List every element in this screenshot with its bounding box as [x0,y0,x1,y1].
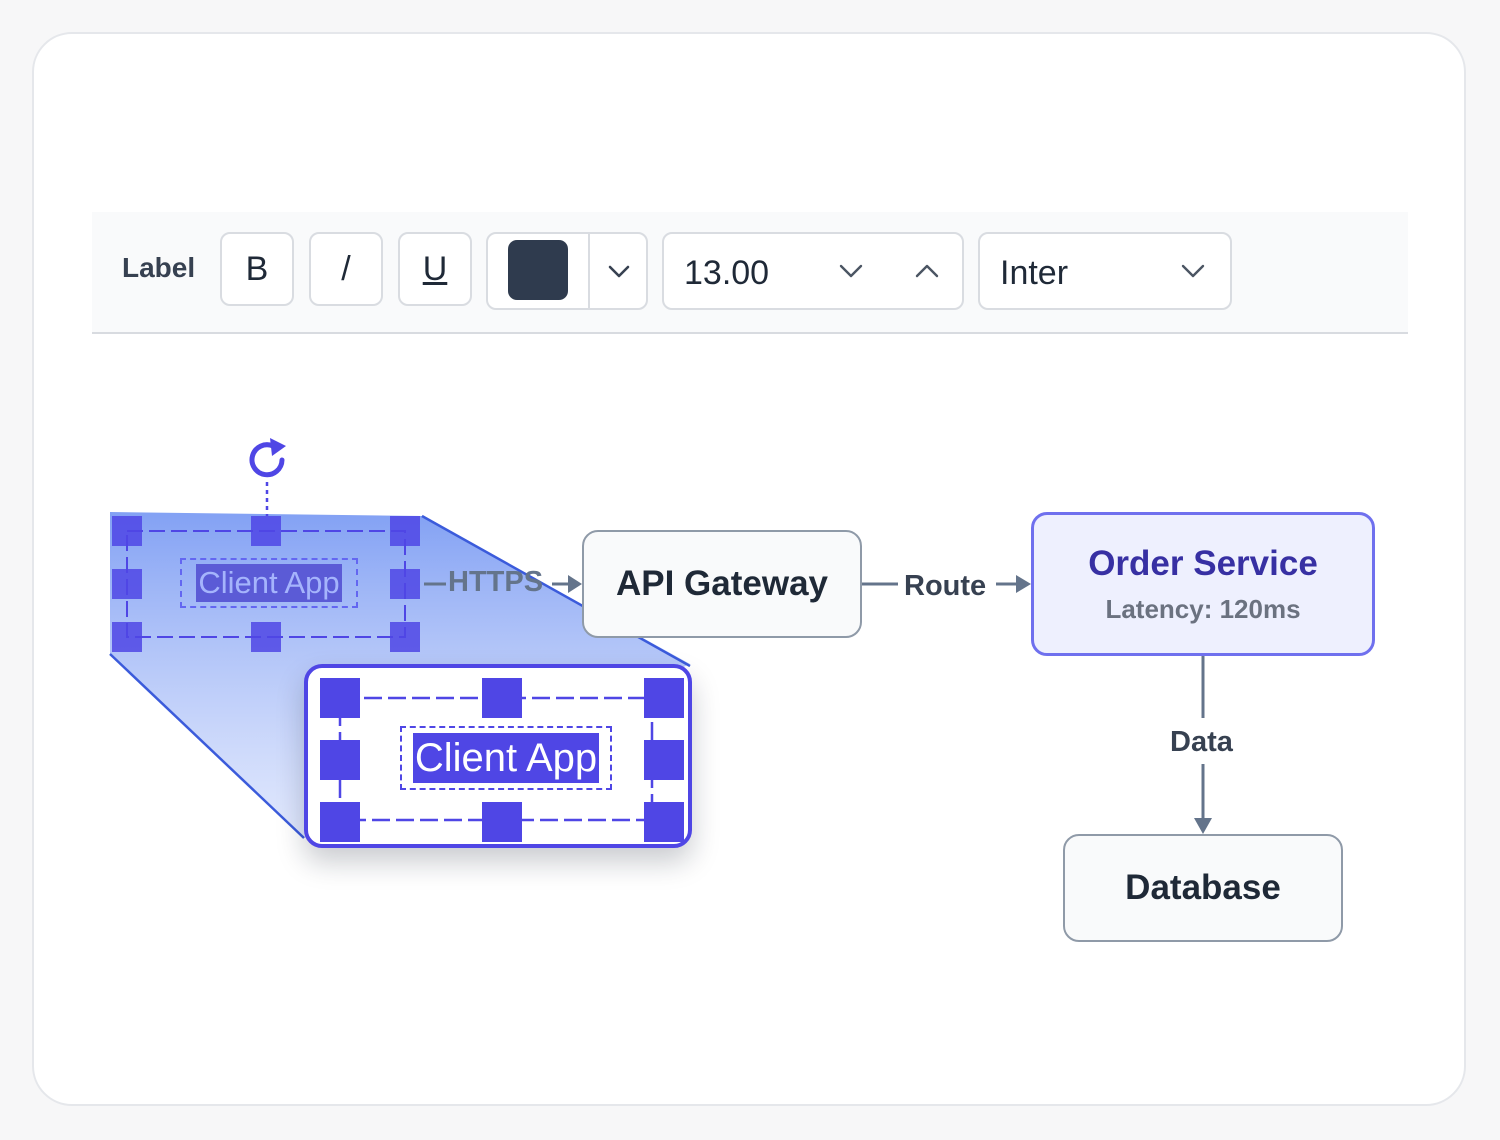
resize-handle-nw[interactable] [112,516,142,546]
order-service-latency: Latency: 120ms [1105,593,1301,624]
zoom-lens: Client App [304,664,692,848]
resize-handle-ne[interactable] [390,516,420,546]
order-service-node[interactable]: Order Service Latency: 120ms [1031,512,1375,656]
zoom-handle-e [644,740,684,780]
order-service-label: Order Service [1088,543,1318,583]
client-app-label[interactable]: Client App [196,564,342,602]
edge-data-arrow [1194,818,1212,834]
resize-handle-e[interactable] [390,569,420,599]
edge-route-arrow [1016,575,1031,593]
zoom-client-app-label-box: Client App [400,726,612,790]
database-node[interactable]: Database [1063,834,1343,942]
resize-handle-se[interactable] [390,622,420,652]
api-gateway-node[interactable]: API Gateway [582,530,862,638]
edge-label-data[interactable]: Data [1168,726,1235,759]
zoom-handle-nw [320,678,360,718]
zoom-handle-w [320,740,360,780]
zoom-client-app-label: Client App [412,733,600,783]
resize-handle-n[interactable] [251,516,281,546]
zoom-handle-se [644,802,684,842]
zoom-handle-ne [644,678,684,718]
edge-label-route[interactable]: Route [902,570,989,603]
client-app-label-box[interactable]: Client App [180,558,358,608]
rotate-icon[interactable] [242,434,294,486]
diagram-canvas[interactable]: Client App HTTPS Route Data API Gateway … [0,0,1500,1140]
api-gateway-label: API Gateway [615,564,829,603]
resize-handle-s[interactable] [251,622,281,652]
resize-handle-w[interactable] [112,569,142,599]
edge-label-https[interactable]: HTTPS [446,566,545,599]
edge-https-arrow [568,575,582,593]
zoom-handle-s [482,802,522,842]
database-label: Database [1125,868,1281,907]
resize-handle-sw[interactable] [112,622,142,652]
client-app-node[interactable]: Client App [110,514,422,654]
zoom-handle-n [482,678,522,718]
zoom-handle-sw [320,802,360,842]
